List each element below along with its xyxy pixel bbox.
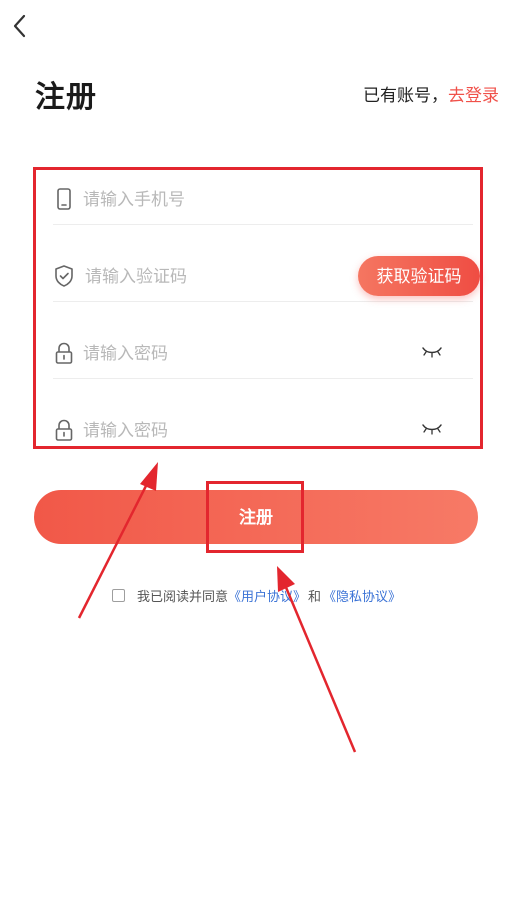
divider bbox=[53, 301, 473, 302]
shield-check-icon bbox=[55, 265, 73, 287]
login-prompt: 已有账号，去登录 bbox=[363, 81, 499, 106]
register-page: 注册 已有账号，去登录 请输入手机号 请输入验证码 获取验证码 注册 我已阅读并… bbox=[0, 0, 514, 897]
register-button[interactable]: 注册 bbox=[34, 490, 478, 544]
back-chevron-icon bbox=[13, 14, 26, 38]
agreement-row: 我已阅读并同意 《用户协议》 和 《隐私协议》 bbox=[112, 586, 401, 605]
password-field-row bbox=[53, 329, 473, 379]
divider bbox=[53, 378, 473, 379]
confirm-password-field-row bbox=[53, 406, 473, 456]
eye-closed-icon[interactable] bbox=[421, 345, 443, 359]
get-code-button[interactable]: 获取验证码 bbox=[358, 256, 480, 296]
phone-icon bbox=[57, 188, 71, 210]
register-form-highlight: 获取验证码 bbox=[33, 167, 483, 449]
agree-checkbox[interactable] bbox=[112, 589, 125, 602]
code-input[interactable] bbox=[85, 264, 345, 290]
user-agreement-link[interactable]: 《用户协议》 bbox=[228, 586, 306, 605]
agreement-and: 和 bbox=[308, 590, 322, 605]
login-prompt-text: 已有账号， bbox=[363, 86, 448, 106]
agreement-prefix: 我已阅读并同意 bbox=[137, 590, 229, 605]
lock-icon bbox=[55, 342, 73, 364]
divider bbox=[53, 224, 473, 225]
lock-icon bbox=[55, 419, 73, 441]
page-title: 注册 bbox=[35, 80, 97, 115]
privacy-policy-link[interactable]: 《隐私协议》 bbox=[323, 586, 401, 605]
back-button[interactable] bbox=[8, 12, 32, 40]
password-input[interactable] bbox=[83, 341, 343, 367]
eye-closed-icon[interactable] bbox=[421, 422, 443, 436]
phone-input[interactable] bbox=[83, 187, 343, 213]
go-login-link[interactable]: 去登录 bbox=[448, 86, 499, 106]
phone-field-row bbox=[53, 175, 473, 225]
confirm-password-input[interactable] bbox=[83, 418, 343, 444]
